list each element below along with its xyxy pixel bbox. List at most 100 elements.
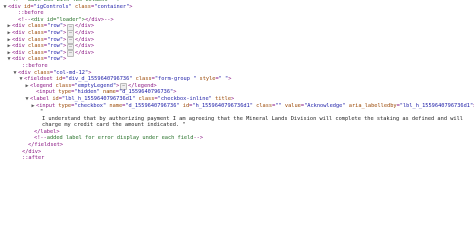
attribute-value: "d_1559640796736" — [118, 89, 174, 96]
tag-syntax: </div>--> — [84, 16, 114, 23]
attribute-name: class — [27, 36, 44, 43]
attribute-name: class — [27, 49, 44, 56]
dom-node-content: </fieldset> — [28, 142, 63, 149]
text-node: " — [40, 109, 44, 116]
attribute-value: "row" — [47, 49, 64, 56]
attribute-value: "row" — [47, 56, 64, 63]
dom-node-line[interactable]: ▶ <div class="row">… </div> — [0, 43, 474, 51]
attribute-name: class — [135, 76, 152, 83]
tag-syntax: <fieldset — [24, 76, 56, 83]
attribute-name: class — [33, 69, 50, 76]
tag-syntax: <div — [8, 3, 24, 10]
attribute-name: class — [55, 82, 72, 89]
tag-syntax: > — [63, 23, 67, 30]
dom-node-content: <fieldset id="div_d_1559640796736" class… — [24, 76, 231, 83]
attribute-value: "hidden" — [74, 89, 100, 96]
dom-node-line[interactable]: ▶ <legend class="emptyLegend">… </legend> — [0, 82, 474, 91]
attribute-name: class — [75, 3, 91, 10]
attribute-value: "emptyLegend" — [74, 82, 117, 89]
attribute-value: "row" — [47, 23, 64, 30]
dom-node-content: <!--<div id="loader"></div>--> — [18, 17, 114, 24]
tag-syntax: </div> — [22, 148, 42, 155]
attribute-value: "checkbox-inline" — [157, 95, 212, 102]
dom-node-line[interactable]: ▶ <div class="row">… </div> — [0, 23, 474, 31]
attribute-value: "Acknowledge" — [304, 102, 346, 109]
dom-node-content: ::before — [22, 63, 48, 70]
tag-syntax: <!-- — [34, 135, 47, 142]
dom-node-content: I understand that by authorizing payment… — [42, 116, 463, 123]
tag-syntax: </label> — [34, 128, 60, 135]
dom-node-line[interactable]: I understand that by authorizing payment… — [0, 116, 474, 123]
dom-node-line[interactable]: ▼ <label id="lbl_h_1559640796736d1" class… — [0, 96, 474, 103]
tag-syntax: <div — [12, 23, 28, 30]
dom-node-line[interactable]: ▶ <div class="row">… </div> — [0, 49, 474, 58]
dom-node-line[interactable]: ▶ <div class="row">… </div> — [0, 37, 474, 44]
dom-node-content: <div id="igControls" class="container"> — [8, 4, 132, 11]
dom-node-content: <label id="lbl_h_1559640796736d1" class=… — [30, 96, 234, 103]
comment-text: added label for error display under each… — [46, 135, 194, 142]
attribute-name: class — [27, 43, 44, 50]
pseudo-element: ::before — [18, 10, 44, 17]
dom-node-line[interactable]: ▼ <div class="row"> — [0, 56, 474, 63]
text-node: charge my credit card the amount indicat… — [42, 122, 186, 129]
dom-node-content: ::before — [18, 10, 44, 17]
dom-node-line[interactable]: " — [0, 109, 474, 116]
tag-syntax: <div — [18, 69, 34, 76]
attribute-value: " " — [218, 76, 229, 83]
tag-syntax: > — [88, 69, 92, 76]
dom-node-content: <!--added label for error display under … — [34, 135, 203, 142]
dom-node-content: <input type="checkbox" name="d_155964079… — [36, 103, 474, 110]
attribute-value: "" — [275, 102, 282, 109]
elements-dom-tree: <!-- main box with Two Columns --> ▼ <div … — [0, 0, 474, 201]
dom-node-line[interactable]: </label> — [0, 129, 474, 136]
dom-node-content: <div class="row"> — [12, 56, 66, 63]
tag-syntax: > — [63, 43, 67, 50]
dom-node-line[interactable]: ::before — [0, 63, 474, 70]
tag-syntax: > — [63, 29, 67, 36]
tag-syntax: <div — [12, 43, 28, 50]
tag-syntax: > — [116, 82, 120, 89]
attribute-name: class — [138, 95, 155, 102]
attribute-value: "form-group " — [154, 76, 197, 83]
attribute-name: type — [58, 102, 72, 109]
text-node: I understand that by authorizing payment… — [42, 115, 463, 122]
dom-node-line[interactable]: ▼ <div id="igControls" class="container"> — [0, 4, 474, 11]
tag-syntax: </legend> — [128, 82, 157, 89]
attribute-value: "igControls" — [33, 3, 72, 10]
attribute-name: class — [27, 23, 44, 30]
pseudo-element: ::after — [22, 155, 45, 162]
attribute-name: name — [103, 89, 116, 96]
attribute-value: "checkbox" — [74, 102, 107, 109]
attribute-name: type — [58, 89, 72, 96]
dom-node-line[interactable]: ▶ <div class="row">… </div> — [0, 29, 474, 38]
dom-node-line[interactable]: ::after — [0, 155, 474, 162]
dom-node-content: " — [40, 109, 43, 116]
dom-node-line[interactable]: </fieldset> — [0, 142, 474, 149]
tag-syntax: > — [129, 3, 133, 10]
attribute-value: "row" — [47, 29, 64, 36]
dom-node-content: ::after — [22, 155, 44, 162]
attribute-value: "container" — [94, 3, 130, 10]
dom-node-line[interactable]: ▼ <div class="col-md-12"> — [0, 70, 474, 77]
tag-syntax: <legend — [30, 82, 56, 89]
dom-node-line[interactable]: ▼ <fieldset id="div_d_1559640796736" clas… — [0, 76, 474, 83]
attribute-value: "div_d_1559640796736" — [65, 76, 133, 83]
tag-syntax: </div> — [74, 49, 95, 56]
dom-node-line[interactable]: <input type="hidden" name="d_15596407967… — [0, 89, 474, 96]
dom-node-line[interactable]: <!--<div id="loader"></div>--> — [0, 17, 474, 24]
dom-node-line[interactable]: <!--added label for error display under … — [0, 135, 474, 142]
tag-syntax: > — [231, 95, 235, 102]
attribute-name: style — [199, 76, 216, 83]
attribute-value: "h_1559640796736d1" — [192, 102, 253, 109]
dom-node-line[interactable]: ::before — [0, 10, 474, 17]
tag-syntax: > — [173, 89, 177, 96]
tag-syntax: <label — [30, 95, 53, 102]
comment-text: <div id="loader"> — [30, 16, 85, 23]
tag-syntax: > — [228, 76, 232, 83]
dom-node-line[interactable]: charge my credit card the amount indicat… — [0, 122, 474, 129]
dom-node-line[interactable]: </div> — [0, 149, 474, 156]
attribute-value: "row" — [47, 43, 64, 50]
dom-node-line[interactable]: ▶ <input type="checkbox" name="d_15596407… — [0, 103, 474, 110]
attribute-name: class — [27, 56, 44, 63]
tag-syntax: <div — [12, 29, 28, 36]
